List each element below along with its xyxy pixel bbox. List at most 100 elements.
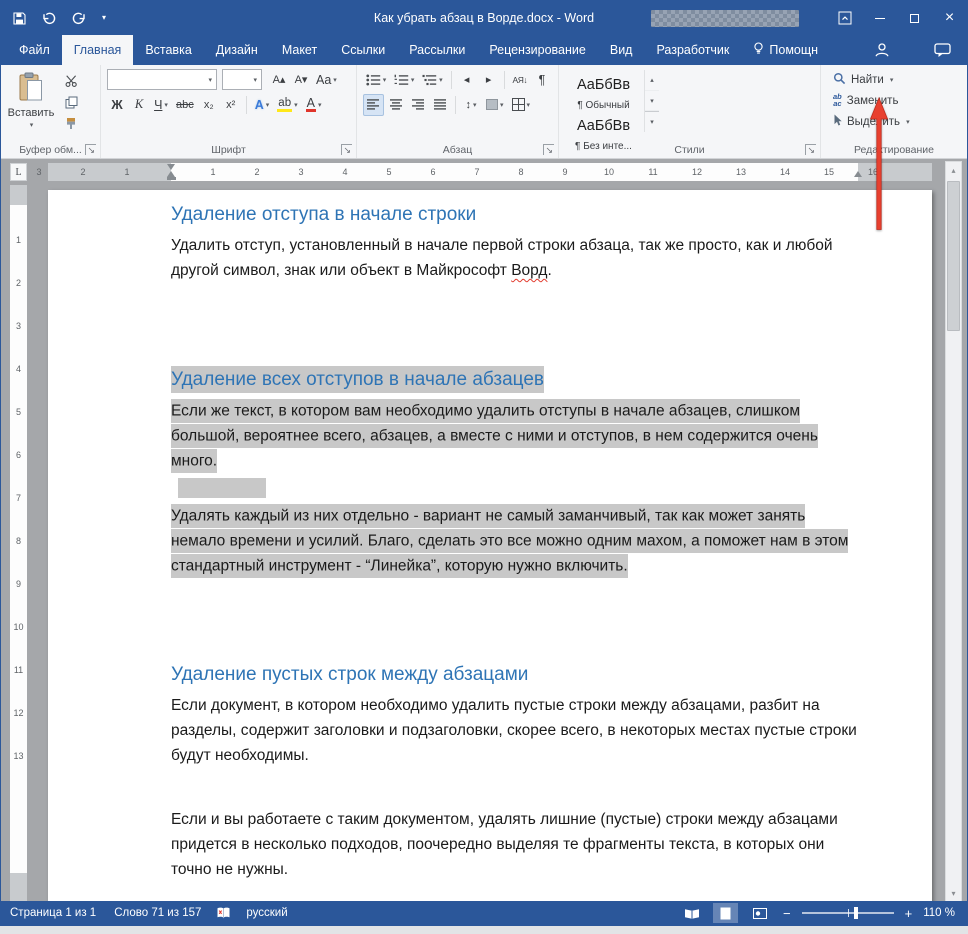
increase-indent-icon[interactable]: ▸ [479, 69, 499, 91]
minimize-button[interactable] [862, 1, 897, 35]
comments-icon[interactable] [934, 42, 951, 58]
page-indicator[interactable]: Страница 1 из 1 [1, 907, 105, 919]
styles-scroll-up-icon[interactable]: ▴ [645, 70, 659, 91]
redo-icon[interactable] [72, 12, 86, 25]
tab-label: Ссылки [341, 43, 386, 57]
tab-file[interactable]: Файл [7, 35, 62, 65]
ruler-number: 8 [518, 167, 524, 177]
replace-button[interactable]: ab ac Заменить [833, 90, 967, 111]
grow-font-button[interactable]: А▴ [269, 69, 289, 91]
font-name-combo[interactable]: ▾ [107, 69, 217, 90]
first-line-indent-marker[interactable] [166, 164, 175, 170]
font-color-button[interactable]: А ▾ [303, 94, 325, 116]
style-preview-text: АаБбВв [576, 77, 631, 93]
text-run: Удалять каждый из них отдельно - вариант… [171, 503, 849, 578]
highlight-button[interactable]: ab ▾ [274, 94, 300, 116]
read-mode-button[interactable] [679, 903, 704, 923]
cut-icon[interactable] [61, 73, 81, 89]
ruler-row: L 1 2 3 1 2 3 4 5 6 7 8 9 10 11 12 13 14 15 16 [1, 159, 967, 185]
copy-icon[interactable] [61, 94, 81, 110]
decrease-indent-icon[interactable]: ◂ [457, 69, 477, 91]
align-right-button[interactable] [408, 94, 428, 116]
tab-review[interactable]: Рецензирование [477, 35, 598, 65]
language-indicator[interactable]: русский [237, 907, 296, 919]
vertical-ruler[interactable]: 1 2 3 4 5 6 7 8 9 10 11 12 13 [10, 185, 27, 903]
styles-more-icon[interactable]: ▾ [645, 111, 659, 132]
word-count[interactable]: Слово 71 из 157 [105, 907, 210, 919]
tab-stop-selector[interactable]: L [10, 163, 27, 181]
ruler-number: 13 [735, 167, 747, 177]
paragraph-dialog-launcher-icon[interactable]: ↘ [543, 144, 554, 155]
document-page[interactable]: Удаление отступа в начале строки Удалить … [48, 190, 932, 903]
zoom-out-button[interactable]: − [781, 906, 793, 921]
line-spacing-button[interactable]: ↕ ▾ [461, 94, 481, 116]
underline-button[interactable]: Ч ▾ [151, 94, 171, 116]
italic-button[interactable]: К [129, 94, 149, 116]
strikethrough-button[interactable]: abc [173, 94, 197, 116]
zoom-slider[interactable] [801, 907, 894, 919]
font-size-combo[interactable]: ▾ [222, 69, 262, 90]
select-button[interactable]: Выделить ▾ [833, 111, 967, 132]
ribbon-display-options-button[interactable] [827, 1, 862, 35]
tab-help[interactable]: Помощн [741, 35, 830, 65]
format-painter-icon[interactable] [61, 115, 81, 131]
print-layout-button[interactable] [713, 903, 739, 923]
tab-design[interactable]: Дизайн [204, 35, 270, 65]
ruler-number: 10 [13, 622, 24, 632]
zoom-slider-thumb[interactable] [853, 907, 858, 919]
page-content: Удаление отступа в начале строки Удалить … [48, 190, 932, 903]
shading-button[interactable]: ▾ [483, 94, 507, 116]
horizontal-ruler[interactable]: 1 2 3 1 2 3 4 5 6 7 8 9 10 11 12 13 14 15 16 [27, 163, 939, 181]
ruler-number: 1 [15, 235, 21, 245]
clipboard-dialog-launcher-icon[interactable]: ↘ [85, 144, 96, 155]
tab-view[interactable]: Вид [598, 35, 645, 65]
subscript-button[interactable]: x₂ [199, 94, 219, 116]
change-case-button[interactable]: Aa ▾ [313, 69, 340, 91]
close-button[interactable]: × [932, 1, 967, 35]
zoom-percentage[interactable]: 110 % [923, 907, 955, 919]
ruler-number: 9 [15, 579, 21, 589]
customize-qat-button[interactable]: ▾ [102, 14, 106, 22]
spellcheck-status-icon[interactable] [210, 907, 237, 919]
styles-dialog-launcher-icon[interactable]: ↘ [805, 144, 816, 155]
left-indent-marker[interactable] [166, 177, 176, 180]
paste-button[interactable]: Вставить ▾ [3, 69, 59, 142]
show-paragraph-marks-button[interactable]: ¶ [532, 69, 552, 91]
clipboard-paste-icon [18, 72, 44, 105]
align-center-button[interactable] [386, 94, 406, 116]
align-left-button[interactable] [363, 93, 384, 116]
shrink-font-button[interactable]: А▾ [291, 69, 311, 91]
web-layout-button[interactable] [747, 903, 772, 923]
sort-button[interactable]: АЯ↓ [510, 69, 530, 91]
tab-references[interactable]: Ссылки [329, 35, 397, 65]
tab-layout[interactable]: Макет [270, 35, 329, 65]
tab-mailings[interactable]: Рассылки [397, 35, 477, 65]
tab-developer[interactable]: Разработчик [644, 35, 741, 65]
scrollbar-thumb[interactable] [947, 181, 960, 331]
tab-label: Вставка [145, 43, 192, 57]
bullet-list-button[interactable]: ▾ [363, 69, 389, 91]
styles-scroll-down-icon[interactable]: ▾ [645, 91, 659, 112]
numbered-list-button[interactable]: ▾ [391, 69, 417, 91]
font-dialog-launcher-icon[interactable]: ↘ [341, 144, 352, 155]
undo-icon[interactable] [42, 12, 56, 25]
borders-button[interactable]: ▾ [509, 94, 534, 116]
scroll-up-icon[interactable]: ▴ [946, 162, 961, 179]
multilevel-list-button[interactable]: ▾ [419, 69, 445, 91]
scroll-down-icon[interactable]: ▾ [946, 885, 961, 902]
justify-button[interactable] [430, 94, 450, 116]
right-indent-marker[interactable] [853, 171, 862, 177]
account-person-icon[interactable] [874, 42, 890, 58]
text-effects-button[interactable]: А ▾ [252, 94, 273, 116]
find-button[interactable]: Найти ▾ [833, 69, 967, 90]
save-icon[interactable] [13, 11, 26, 25]
superscript-button[interactable]: x² [221, 94, 241, 116]
tab-insert[interactable]: Вставка [133, 35, 203, 65]
style-gallery-item[interactable]: АаБбВв ¶ Обычный [565, 70, 642, 111]
maximize-button[interactable] [897, 1, 932, 35]
ruler-number: 2 [15, 278, 21, 288]
bold-button[interactable]: Ж [107, 94, 127, 116]
tab-home[interactable]: Главная [61, 35, 134, 65]
zoom-in-button[interactable]: + [903, 906, 915, 921]
vertical-scrollbar[interactable]: ▴ ▾ [945, 161, 962, 903]
